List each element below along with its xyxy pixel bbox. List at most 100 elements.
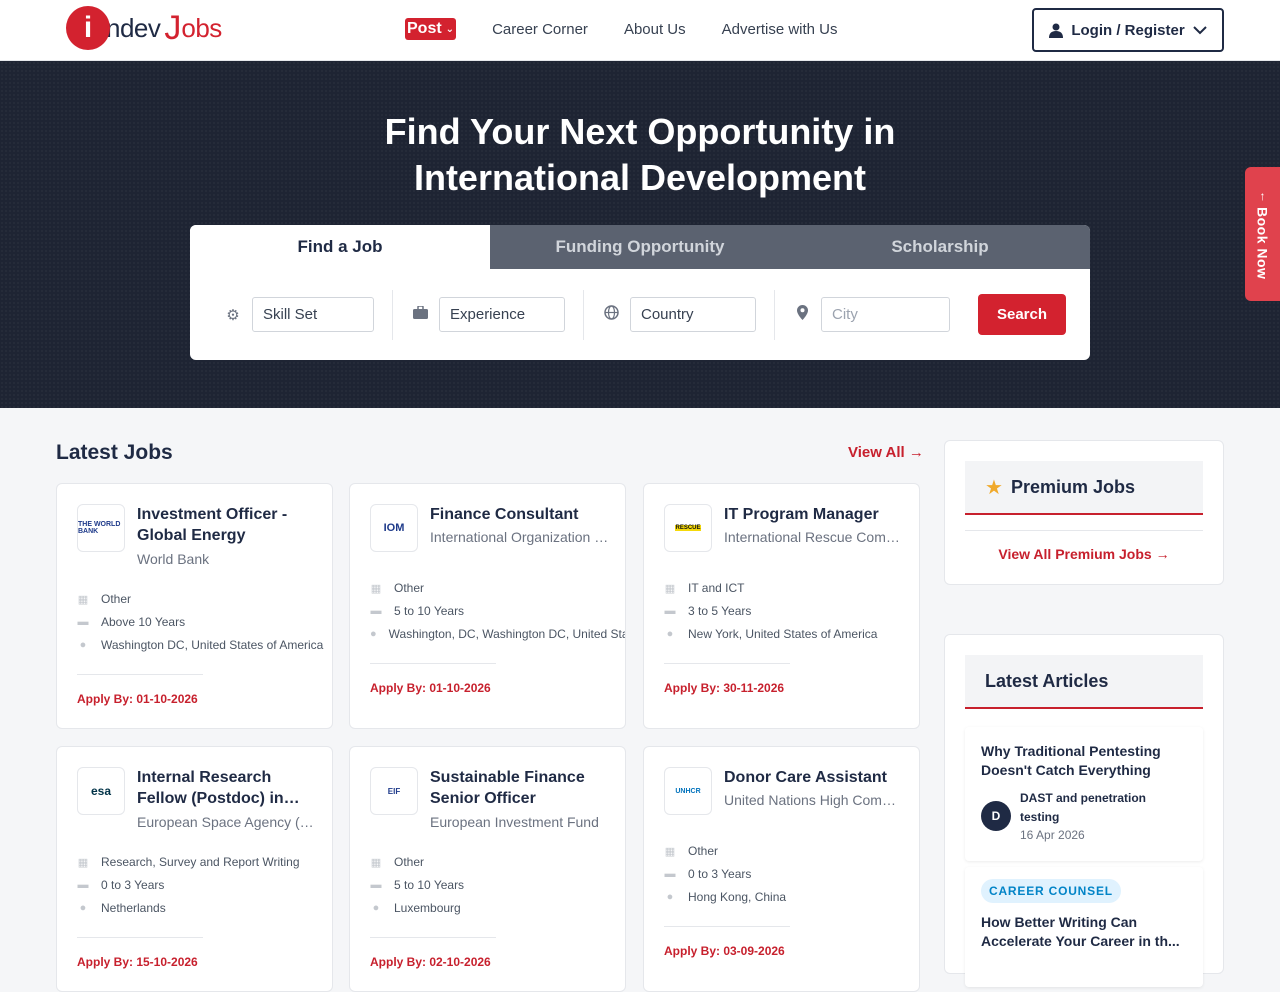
briefcase-icon: ▬ bbox=[77, 879, 89, 891]
login-register-button[interactable]: Login / Register bbox=[1032, 8, 1224, 52]
job-organization: United Nations High Commissioner for Ref… bbox=[724, 792, 904, 808]
company-logo: esa bbox=[77, 767, 125, 815]
job-organization: European Space Agency (ESA) bbox=[137, 814, 317, 830]
briefcase-icon: ▬ bbox=[370, 605, 382, 617]
briefcase-icon bbox=[411, 305, 429, 323]
grid-icon: ▦ bbox=[664, 845, 676, 858]
job-card[interactable]: EIF Sustainable Finance Senior Officer Eur… bbox=[349, 746, 626, 992]
category-badge[interactable]: CAREER COUNSEL bbox=[981, 879, 1121, 903]
search-fields: ⚙ Skill Set Experience Country City Sear… bbox=[190, 269, 1090, 360]
chevron-down-icon bbox=[1192, 25, 1207, 34]
premium-jobs-header: ★ Premium Jobs bbox=[965, 461, 1203, 515]
divider bbox=[77, 937, 203, 938]
city-input[interactable] bbox=[821, 297, 950, 332]
tab-scholarship[interactable]: Scholarship bbox=[790, 225, 1090, 269]
job-category: ▦ Other bbox=[370, 855, 425, 869]
nav-advertise[interactable]: Advertise with Us bbox=[722, 21, 838, 38]
divider bbox=[664, 663, 790, 664]
grid-icon: ▦ bbox=[664, 582, 676, 595]
skill-set-input[interactable] bbox=[252, 297, 374, 332]
divider bbox=[664, 926, 790, 927]
grid-icon: ▦ bbox=[370, 582, 382, 595]
job-title[interactable]: Finance Consultant bbox=[430, 504, 610, 525]
job-location: ● Netherlands bbox=[77, 901, 332, 915]
briefcase-icon: ▬ bbox=[664, 605, 676, 617]
latest-articles-panel: Latest Articles Why Traditional Pentesti… bbox=[944, 634, 1224, 987]
latest-jobs-title: Latest Jobs bbox=[56, 441, 173, 464]
job-organization: European Investment Fund bbox=[430, 814, 599, 830]
divider bbox=[392, 289, 393, 340]
briefcase-icon: ▬ bbox=[664, 868, 676, 880]
job-card[interactable]: IOM Finance Consultant International Organ… bbox=[349, 483, 626, 729]
divider bbox=[965, 530, 1203, 531]
premium-jobs-panel: ★ Premium Jobs View All Premium Jobs → bbox=[944, 440, 1224, 585]
experience-select[interactable] bbox=[439, 297, 565, 332]
article-card[interactable]: CAREER COUNSEL How Better Writing Can Ac… bbox=[965, 867, 1203, 987]
nav-post[interactable]: Post ⌄ bbox=[405, 18, 457, 40]
job-experience: ▬ Above 10 Years bbox=[77, 615, 186, 629]
company-logo: THE WORLD BANK bbox=[77, 504, 125, 552]
apply-by-date: Apply By: 03-09-2026 bbox=[664, 944, 785, 958]
latest-articles-header: Latest Articles bbox=[965, 655, 1203, 709]
divider bbox=[774, 289, 775, 340]
job-title[interactable]: Sustainable Finance Senior Officer bbox=[430, 767, 610, 809]
apply-by-date: Apply By: 15-10-2026 bbox=[77, 955, 198, 969]
job-experience: ▬ 5 to 10 Years bbox=[370, 878, 465, 892]
map-pin-icon: ● bbox=[370, 628, 377, 640]
job-title[interactable]: Donor Care Assistant bbox=[724, 767, 904, 788]
job-experience: ▬ 0 to 3 Years bbox=[77, 878, 165, 892]
article-title[interactable]: Why Traditional Pentesting Doesn't Catch… bbox=[981, 742, 1187, 780]
nav-career-corner[interactable]: Career Corner bbox=[492, 21, 588, 38]
star-icon: ★ bbox=[985, 476, 1003, 499]
site-header: i ndev Jobs Post ⌄ Career Corner About Us… bbox=[0, 0, 1280, 61]
company-logo: UNHCR bbox=[664, 767, 712, 815]
grid-icon: ▦ bbox=[370, 856, 382, 869]
tab-find-a-job[interactable]: Find a Job bbox=[190, 225, 490, 269]
job-experience: ▬ 0 to 3 Years bbox=[664, 867, 752, 881]
search-button[interactable]: Search bbox=[978, 294, 1066, 335]
view-all-premium-jobs-link[interactable]: View All Premium Jobs → bbox=[945, 546, 1223, 562]
article-title[interactable]: How Better Writing Can Accelerate Your C… bbox=[981, 913, 1187, 951]
article-card[interactable]: Why Traditional Pentesting Doesn't Catch… bbox=[965, 727, 1203, 861]
book-now-tab[interactable]: ↑ Book Now bbox=[1245, 167, 1280, 301]
search-panel: Find a Job Funding Opportunity Scholarsh… bbox=[190, 225, 1090, 360]
nav-about-us[interactable]: About Us bbox=[624, 21, 686, 38]
map-pin-icon: ● bbox=[372, 902, 380, 914]
article-date: 16 Apr 2026 bbox=[1020, 828, 1085, 842]
job-location: ● Luxembourg bbox=[370, 901, 625, 915]
apply-by-date: Apply By: 01-10-2026 bbox=[370, 681, 491, 695]
job-category: ▦ IT and ICT bbox=[664, 581, 745, 595]
company-logo: EIF bbox=[370, 767, 418, 815]
job-card[interactable]: RESCUE IT Program Manager International Re… bbox=[643, 483, 920, 729]
gears-icon: ⚙ bbox=[226, 306, 240, 324]
tab-funding-opportunity[interactable]: Funding Opportunity bbox=[490, 225, 790, 269]
job-organization: World Bank bbox=[137, 551, 210, 567]
briefcase-icon: ▬ bbox=[77, 616, 89, 628]
chevron-down-icon: ⌄ bbox=[445, 23, 455, 35]
job-location: ● Washington, DC, Washington DC, United S… bbox=[370, 627, 626, 641]
job-category: ▦ Other bbox=[370, 581, 425, 595]
grid-icon: ▦ bbox=[77, 856, 89, 869]
job-title[interactable]: Internal Research Fellow (Postdoc) in Ea… bbox=[137, 767, 317, 809]
job-organization: International Rescue Committee bbox=[724, 529, 904, 545]
job-location: ● New York, United States of America bbox=[664, 627, 919, 641]
divider bbox=[583, 289, 584, 340]
logo-j: J bbox=[164, 8, 182, 47]
map-pin-icon: ● bbox=[79, 902, 87, 914]
divider bbox=[370, 937, 496, 938]
job-title[interactable]: IT Program Manager bbox=[724, 504, 904, 525]
map-pin-icon: ● bbox=[666, 891, 674, 903]
site-logo[interactable]: i ndev Jobs bbox=[66, 5, 222, 51]
apply-by-date: Apply By: 01-10-2026 bbox=[77, 692, 198, 706]
map-pin-icon: ● bbox=[79, 639, 87, 651]
job-card[interactable]: UNHCR Donor Care Assistant United Nations … bbox=[643, 746, 920, 992]
job-card[interactable]: THE WORLD BANK Investment Officer - Globa… bbox=[56, 483, 333, 729]
job-category: ▦ Other bbox=[77, 592, 132, 606]
country-select[interactable] bbox=[630, 297, 756, 332]
job-title[interactable]: Investment Officer - Global Energy bbox=[137, 504, 317, 546]
view-all-jobs-link[interactable]: View All → bbox=[848, 444, 924, 461]
avatar: D bbox=[981, 801, 1011, 831]
job-card[interactable]: esa Internal Research Fellow (Postdoc) in… bbox=[56, 746, 333, 992]
main-nav: Post ⌄ Career Corner About Us Advertise w… bbox=[405, 18, 838, 40]
job-experience: ▬ 5 to 10 Years bbox=[370, 604, 465, 618]
